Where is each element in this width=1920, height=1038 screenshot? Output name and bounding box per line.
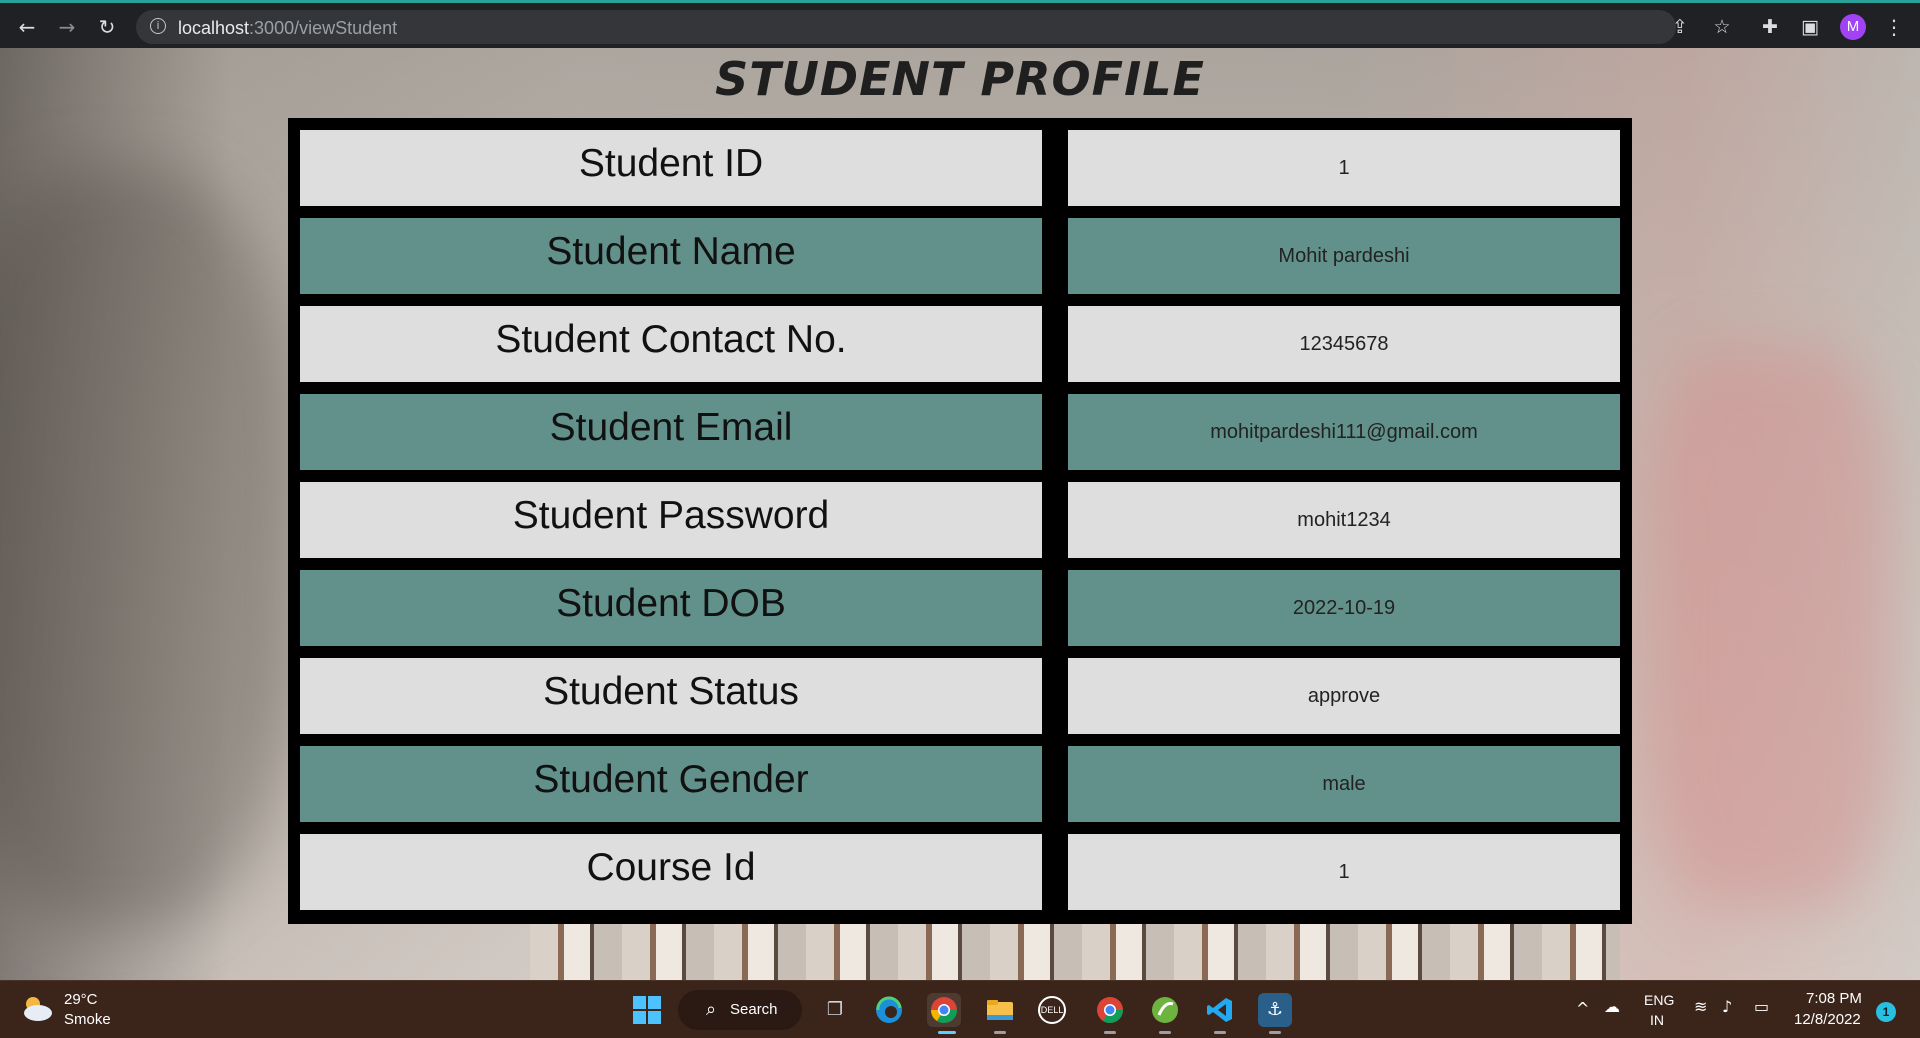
vscode-icon[interactable] (1203, 993, 1237, 1027)
table-row: Student Gender male (300, 746, 1620, 822)
table-row: Student Contact No. 12345678 (300, 306, 1620, 382)
bookmark-star-icon[interactable]: ☆ (1710, 15, 1734, 39)
field-label: Student Gender (300, 746, 1042, 822)
profile-avatar[interactable]: M (1840, 14, 1866, 40)
taskbar-search[interactable]: ⌕ Search (678, 990, 802, 1030)
language-code[interactable]: ENG (1644, 992, 1674, 1008)
mysql-workbench-icon[interactable]: ⚓ (1258, 993, 1292, 1027)
field-value: 1 (1068, 834, 1620, 910)
task-view-icon[interactable]: ❐ (818, 993, 852, 1027)
field-label: Student Password (300, 482, 1042, 558)
field-label: Student Contact No. (300, 306, 1042, 382)
field-value: 2022-10-19 (1068, 570, 1620, 646)
extensions-icon[interactable]: ✚ (1758, 15, 1782, 39)
spring-tools-icon[interactable] (1148, 993, 1182, 1027)
page-background: STUDENT PROFILE Student ID 1 Student Nam… (0, 48, 1920, 980)
reload-icon[interactable]: ↻ (94, 14, 120, 40)
running-indicator (1104, 1031, 1116, 1034)
windows-start-icon[interactable] (630, 993, 664, 1027)
battery-icon[interactable]: ▭ (1754, 997, 1769, 1016)
dell-icon[interactable]: DELL (1038, 996, 1066, 1024)
running-indicator (994, 1031, 1006, 1034)
clock-date[interactable]: 12/8/2022 (1794, 1011, 1861, 1028)
forward-icon[interactable]: → (54, 14, 80, 40)
table-row: Student ID 1 (300, 130, 1620, 206)
search-label: Search (730, 1001, 778, 1018)
table-row: Student Password mohit1234 (300, 482, 1620, 558)
url-text[interactable]: localhost:3000/viewStudent (178, 18, 397, 39)
chrome-alt-icon[interactable] (1093, 993, 1127, 1027)
browser-toolbar: ← → ↻ i localhost:3000/viewStudent ⇪ ☆ ✚… (0, 0, 1920, 48)
back-icon[interactable]: ← (14, 14, 40, 40)
field-label: Student Status (300, 658, 1042, 734)
weather-cloud-icon[interactable] (20, 993, 54, 1023)
field-value: 12345678 (1068, 306, 1620, 382)
side-panel-icon[interactable]: ▣ (1798, 15, 1822, 39)
field-label: Student DOB (300, 570, 1042, 646)
profile-table: Student ID 1 Student Name Mohit pardeshi… (288, 118, 1632, 924)
background-shadow (0, 168, 300, 928)
running-indicator (1269, 1031, 1281, 1034)
onedrive-cloud-icon[interactable]: ☁ (1604, 997, 1620, 1016)
chevron-up-icon[interactable]: ^ (1576, 999, 1589, 1018)
field-value: Mohit pardeshi (1068, 218, 1620, 294)
weather-temperature[interactable]: 29°C (64, 991, 98, 1008)
field-label: Student ID (300, 130, 1042, 206)
edge-icon[interactable] (872, 993, 906, 1027)
field-label: Student Name (300, 218, 1042, 294)
table-row: Student DOB 2022-10-19 (300, 570, 1620, 646)
table-row: Student Email mohitpardeshi111@gmail.com (300, 394, 1620, 470)
background-highlight (1650, 348, 1890, 908)
running-indicator (1214, 1031, 1226, 1034)
field-label: Student Email (300, 394, 1042, 470)
address-bar[interactable]: i localhost:3000/viewStudent (136, 10, 1676, 44)
table-row: Student Name Mohit pardeshi (300, 218, 1620, 294)
field-value: 1 (1068, 130, 1620, 206)
table-row: Student Status approve (300, 658, 1620, 734)
wifi-icon[interactable]: ≋ (1694, 997, 1707, 1016)
page-title: STUDENT PROFILE (715, 52, 1205, 106)
field-value: mohit1234 (1068, 482, 1620, 558)
field-label: Course Id (300, 834, 1042, 910)
volume-icon[interactable]: ♪ (1722, 997, 1732, 1016)
running-indicator (938, 1031, 956, 1034)
menu-icon[interactable]: ⋮ (1884, 15, 1904, 39)
taskbar: 29°C Smoke ⌕ Search ❐ DELL ⚓ ^ ☁ ENG IN … (0, 980, 1920, 1038)
field-value: mohitpardeshi111@gmail.com (1068, 394, 1620, 470)
file-explorer-icon[interactable] (983, 993, 1017, 1027)
field-value: male (1068, 746, 1620, 822)
search-icon: ⌕ (706, 999, 717, 1020)
field-value: approve (1068, 658, 1620, 734)
chrome-icon[interactable] (927, 993, 961, 1027)
site-info-icon[interactable]: i (150, 18, 166, 34)
running-indicator (1159, 1031, 1171, 1034)
share-icon[interactable]: ⇪ (1668, 15, 1692, 39)
bookshelf-decoration (530, 918, 1620, 980)
language-region[interactable]: IN (1650, 1012, 1664, 1028)
weather-description[interactable]: Smoke (64, 1011, 111, 1028)
table-row: Course Id 1 (300, 834, 1620, 910)
clock-time[interactable]: 7:08 PM (1806, 990, 1862, 1007)
notification-badge[interactable]: 1 (1876, 1002, 1896, 1022)
